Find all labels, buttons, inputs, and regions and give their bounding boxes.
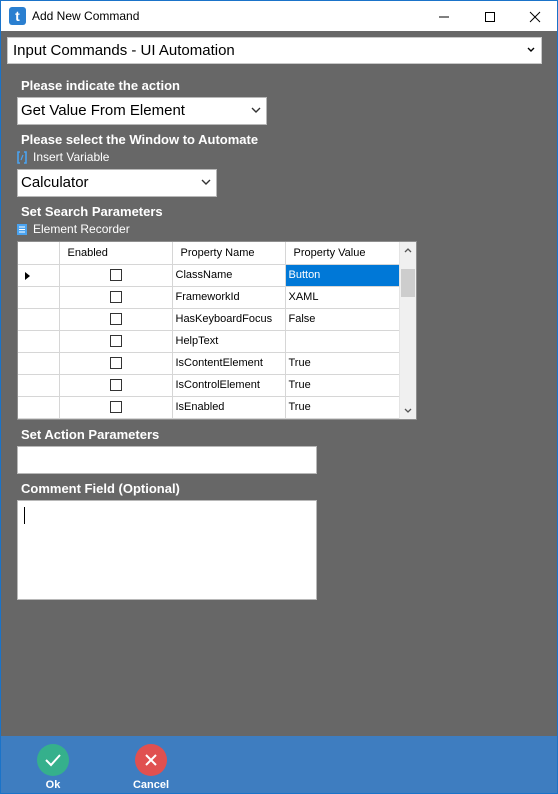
recorder-icon [16,223,28,236]
column-header-enabled[interactable]: Enabled [59,242,173,265]
variable-brackets-icon [16,150,28,164]
property-name-cell[interactable]: IsEnabled [172,396,286,419]
property-name-cell[interactable]: ClassName [172,264,286,287]
action-params-input[interactable] [17,446,317,474]
app-logo-icon: t [9,7,26,25]
enabled-cell[interactable] [59,352,173,375]
cancel-button[interactable]: Cancel [121,744,181,791]
row-header[interactable] [18,330,60,353]
chevron-down-icon [527,47,535,52]
enabled-checkbox[interactable] [109,269,122,282]
table-row[interactable]: HelpText [18,330,401,353]
row-header-corner [18,242,60,265]
enabled-cell[interactable] [59,396,173,419]
enabled-cell[interactable] [59,330,173,353]
chevron-up-icon [404,248,412,253]
enabled-checkbox[interactable] [109,401,122,414]
minimize-icon [439,16,449,17]
column-header-property-value[interactable]: Property Value [285,242,401,265]
command-category-value: Input Commands - UI Automation [13,42,235,59]
row-header[interactable] [18,374,60,397]
table-row[interactable]: ClassName Button [18,264,401,287]
minimize-button[interactable] [421,1,467,32]
property-value-cell[interactable]: True [285,396,401,419]
table-row[interactable]: IsEnabled True [18,396,401,419]
row-header[interactable] [18,286,60,309]
row-header[interactable] [18,396,60,419]
property-name-cell[interactable]: HelpText [172,330,286,353]
property-value-cell[interactable]: Button [285,264,401,287]
search-params-label: Set Search Parameters [21,204,163,219]
footer-bar: Ok Cancel [1,736,557,793]
property-value-cell[interactable]: XAML [285,286,401,309]
close-button[interactable] [512,1,558,32]
current-row-indicator-icon [25,271,30,280]
action-params-label: Set Action Parameters [21,427,160,442]
table-row[interactable]: FrameworkId XAML [18,286,401,309]
property-name-cell[interactable]: IsContentElement [172,352,286,375]
window-label: Please select the Window to Automate [21,132,259,147]
comment-textarea[interactable] [17,500,317,600]
window-value: Calculator [21,174,89,191]
cross-icon [135,744,167,776]
grid-vertical-scrollbar[interactable] [399,242,416,419]
chevron-down-icon [251,107,261,113]
enabled-cell[interactable] [59,286,173,309]
enabled-cell[interactable] [59,308,173,331]
cancel-label: Cancel [132,779,170,791]
search-parameters-grid: Enabled Property Name Property Value Cla… [17,241,417,420]
enabled-cell[interactable] [59,374,173,397]
property-name-cell[interactable]: HasKeyboardFocus [172,308,286,331]
action-label: Please indicate the action [21,78,180,93]
ok-button[interactable]: Ok [23,744,83,791]
scroll-up-button[interactable] [400,242,416,259]
action-value: Get Value From Element [21,102,185,119]
chevron-down-icon [201,179,211,185]
comment-label: Comment Field (Optional) [21,481,180,496]
insert-variable-text: Insert Variable [33,150,110,164]
property-name-cell[interactable]: FrameworkId [172,286,286,309]
window-dropdown[interactable]: Calculator [17,169,217,197]
text-cursor [24,507,25,524]
property-value-cell[interactable]: True [285,352,401,375]
checkmark-icon [37,744,69,776]
dialog-body: Input Commands - UI Automation Please in… [0,31,558,794]
enabled-checkbox[interactable] [109,379,122,392]
row-header[interactable] [18,308,60,331]
row-header[interactable] [18,352,60,375]
table-row[interactable]: IsContentElement True [18,352,401,375]
window-title: Add New Command [32,9,140,23]
property-name-cell[interactable]: IsControlElement [172,374,286,397]
property-value-cell[interactable] [285,330,401,353]
table-row[interactable]: IsControlElement True [18,374,401,397]
enabled-checkbox[interactable] [109,291,122,304]
enabled-cell[interactable] [59,264,173,287]
insert-variable-link[interactable]: Insert Variable [16,150,109,164]
maximize-icon [485,11,495,22]
enabled-checkbox[interactable] [109,313,122,326]
element-recorder-link[interactable]: Element Recorder [16,222,130,236]
title-bar: t Add New Command [0,0,558,31]
chevron-down-icon [404,408,412,413]
close-icon [529,11,541,22]
maximize-button[interactable] [467,1,513,32]
ok-label: Ok [45,779,61,791]
property-value-cell[interactable]: True [285,374,401,397]
column-header-property-name[interactable]: Property Name [172,242,286,265]
table-row[interactable]: HasKeyboardFocus False [18,308,401,331]
grid-header-row: Enabled Property Name Property Value [18,242,401,265]
enabled-checkbox[interactable] [109,357,122,370]
action-dropdown[interactable]: Get Value From Element [17,97,267,125]
property-value-cell[interactable]: False [285,308,401,331]
enabled-checkbox[interactable] [109,335,122,348]
row-header[interactable] [18,264,60,287]
element-recorder-text: Element Recorder [33,222,130,236]
scroll-down-button[interactable] [400,402,416,419]
scroll-thumb[interactable] [401,269,415,297]
command-category-dropdown[interactable]: Input Commands - UI Automation [7,37,542,64]
